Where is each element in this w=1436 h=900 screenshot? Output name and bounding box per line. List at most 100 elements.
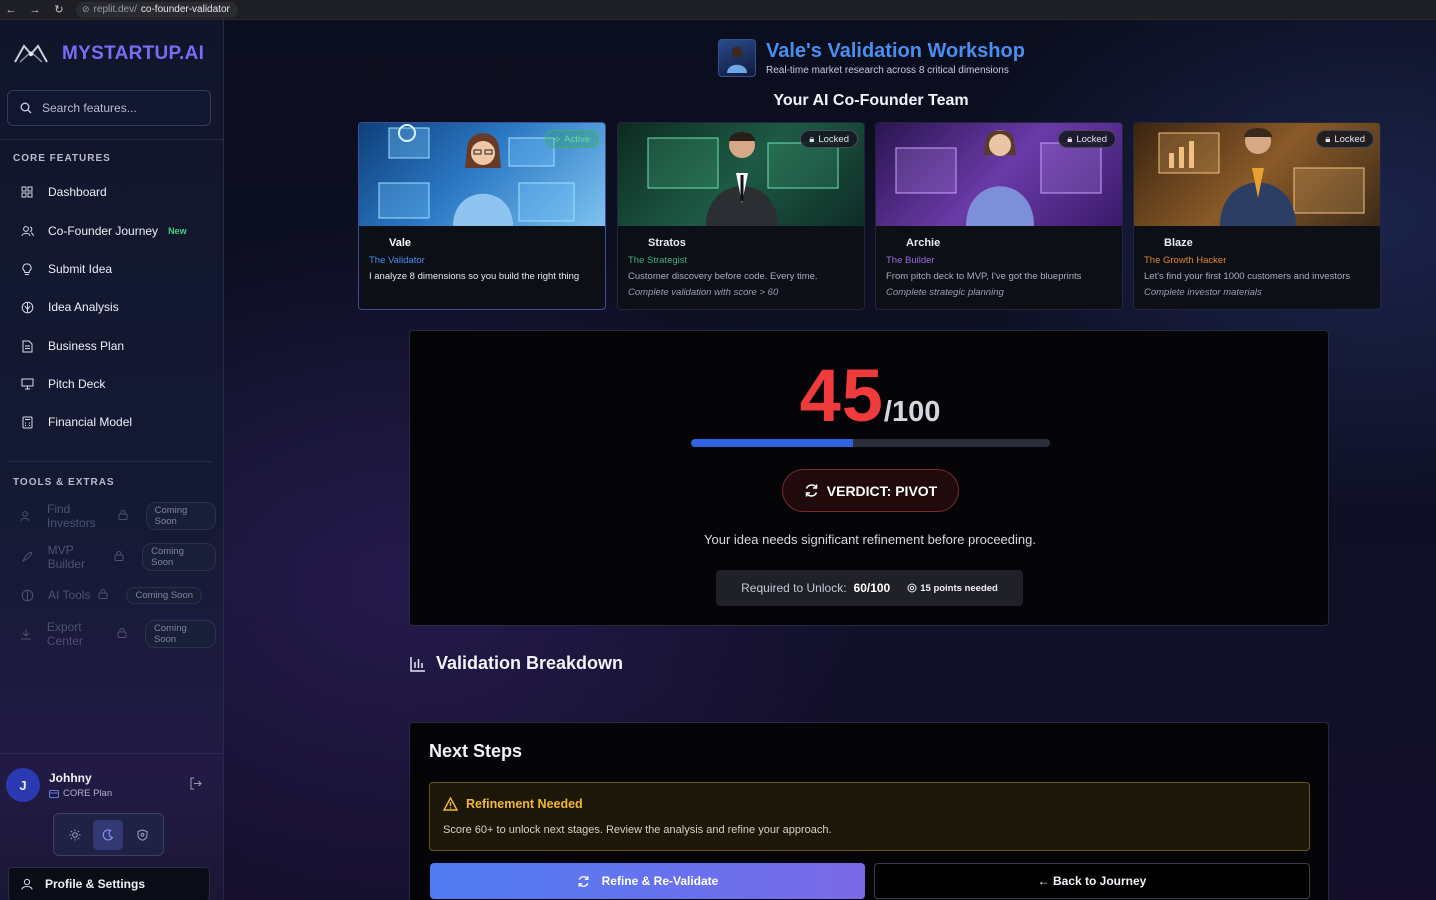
verdict-text: VERDICT: PIVOT (826, 482, 938, 499)
unlock-requirement: Complete validation with score > 60 (628, 287, 779, 298)
user-plan: CORE Plan (49, 788, 112, 799)
lock-icon: 🔒︎ (809, 133, 815, 145)
user-icon (21, 878, 33, 890)
card-name: Blaze (1164, 237, 1193, 249)
nav-label: Dashboard (48, 185, 107, 199)
lock-icon (117, 627, 127, 641)
nav-find-investors[interactable]: Find Investors Coming Soon (8, 501, 216, 531)
reload-icon[interactable]: ↻ (52, 3, 66, 16)
card-name: Archie (906, 237, 941, 249)
nav-business-plan[interactable]: Business Plan (8, 331, 216, 361)
score-progress-fill (691, 439, 853, 447)
validation-breakdown-heading: Validation Breakdown (410, 653, 623, 674)
coming-soon-badge: Coming Soon (142, 543, 216, 571)
status-badge: 🔒︎ Locked (1316, 130, 1374, 148)
card-name: Stratos (648, 237, 686, 249)
main-content: Vale's Validation Workshop Real-time mar… (224, 20, 1436, 900)
score-display: 45/100 (410, 353, 1330, 438)
lock-icon (118, 509, 128, 523)
nav-label: MVP Builder (47, 543, 85, 571)
next-steps-title: Next Steps (429, 741, 523, 761)
points-needed-text: 15 points needed (920, 582, 998, 594)
card-role: The Builder (886, 255, 935, 266)
score-progress-bar (691, 439, 1050, 447)
nav-label: Idea Analysis (48, 300, 119, 314)
coming-soon-badge: Coming Soon (145, 620, 216, 648)
user-card: J Johhny CORE Plan Profile & Settings (0, 753, 224, 900)
status-badge: 🔒︎ Locked (1058, 130, 1116, 148)
nav-financial-model[interactable]: Financial Model (8, 407, 216, 437)
card-description: Customer discovery before code. Every ti… (628, 271, 818, 282)
nav-mvp-builder[interactable]: MVP Builder Coming Soon (8, 542, 216, 572)
status-text: Active (564, 133, 590, 145)
alert-title-text: Refinement Needed (466, 797, 583, 811)
search-input[interactable] (42, 101, 202, 115)
cofounder-card-archie[interactable]: 🔒︎ Locked Archie The Builder From pitch … (875, 122, 1123, 310)
new-badge: New (168, 226, 187, 236)
avatar[interactable]: J (6, 768, 40, 802)
cofounder-card-blaze[interactable]: 🔒︎ Locked Blaze The Growth Hacker Let's … (1133, 122, 1381, 310)
status-text: Locked (1076, 133, 1107, 145)
lock-icon (98, 588, 108, 602)
sun-icon[interactable] (60, 820, 90, 850)
nav-dashboard[interactable]: Dashboard (8, 177, 216, 207)
breakdown-title: Validation Breakdown (436, 653, 624, 673)
refine-revalidate-button[interactable]: Refine & Re-Validate (430, 863, 865, 899)
status-badge: 🔒︎ Locked (800, 130, 858, 148)
cofounder-card-stratos[interactable]: 🔒︎ Locked Stratos The Strategist Custome… (617, 122, 865, 310)
validation-score-panel: 45/100 VERDICT: PIVOT Your idea needs si… (409, 330, 1329, 626)
score-denominator: /100 (883, 396, 941, 428)
nav-submit-idea[interactable]: Submit Idea (8, 254, 216, 284)
card-role: The Validator (369, 255, 425, 266)
team-heading: Your AI Co-Founder Team (773, 92, 969, 109)
refresh-icon (805, 484, 818, 497)
back-icon[interactable]: ← (4, 4, 18, 16)
nav-idea-analysis[interactable]: Idea Analysis (8, 292, 216, 322)
refinement-alert: Refinement Needed Score 60+ to unlock ne… (429, 782, 1310, 851)
forward-icon[interactable]: → (28, 4, 42, 16)
nav-label: Co-Founder Journey (48, 224, 159, 238)
nav-ai-tools[interactable]: AI Tools Coming Soon (8, 580, 216, 610)
nav-label: Submit Idea (48, 262, 113, 276)
shield-icon[interactable] (127, 820, 157, 850)
brand-mark-icon (14, 44, 48, 63)
nav-pitch-deck[interactable]: Pitch Deck (8, 369, 216, 399)
unlock-requirement-box: Required to Unlock: 60/100 15 points nee… (716, 570, 1023, 606)
site-info-icon: ⊘ (82, 4, 90, 14)
users-icon (20, 224, 34, 238)
download-icon (20, 627, 33, 641)
logout-icon[interactable] (189, 777, 202, 795)
grid-icon (20, 185, 34, 199)
coming-soon-badge: Coming Soon (126, 586, 203, 604)
divider (0, 139, 224, 140)
moon-icon[interactable] (93, 819, 124, 850)
calculator-icon (20, 415, 34, 429)
brain-icon (20, 588, 34, 602)
rocket-icon (20, 550, 34, 564)
nav-label: Export Center (46, 620, 83, 648)
verdict-message: Your idea needs significant refinement b… (704, 532, 1036, 547)
status-badge: ⟡ Active (544, 130, 599, 148)
theme-toggle (53, 813, 164, 856)
plan-label: CORE Plan (63, 788, 113, 799)
address-bar[interactable]: ⊘ replit.dev/co-founder-validator (76, 1, 238, 18)
alert-title: Refinement Needed (443, 797, 583, 811)
card-icon (49, 789, 59, 798)
status-text: Locked (818, 133, 849, 145)
next-steps-panel: Next Steps Refinement Needed Score 60+ t… (409, 722, 1329, 900)
active-icon: ⟡ (553, 133, 561, 145)
profile-settings-button[interactable]: Profile & Settings (8, 867, 210, 900)
cofounder-card-vale[interactable]: ⟡ Active Vale The Validator I analyze 8 … (358, 122, 606, 310)
unlock-requirement: Complete investor materials (1144, 287, 1262, 298)
lightbulb-icon (20, 262, 34, 276)
search-box[interactable] (7, 90, 211, 126)
nav-export-center[interactable]: Export Center Coming Soon (8, 619, 216, 649)
workshop-subtitle: Real-time market research across 8 criti… (766, 65, 1009, 76)
nav-co-founder-journey[interactable]: Co-Founder Journey New (8, 216, 216, 246)
back-to-journey-button[interactable]: ← Back to Journey (874, 863, 1310, 899)
brand-logo[interactable]: MYSTARTUP.AI (12, 40, 204, 68)
document-icon (20, 339, 34, 353)
users-icon (20, 509, 33, 523)
warning-icon (443, 797, 458, 811)
profile-label: Profile & Settings (45, 877, 146, 891)
